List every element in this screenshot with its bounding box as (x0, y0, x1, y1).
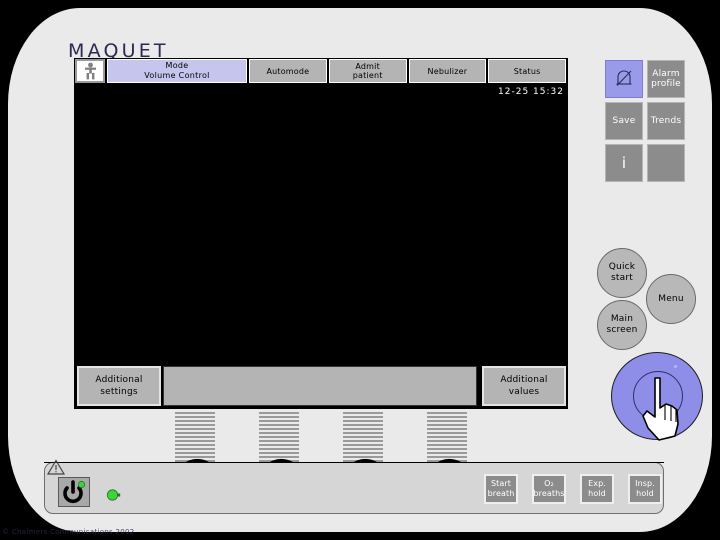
main-screen-button[interactable]: Main screen (597, 300, 647, 350)
display-screen: Mode Volume Control Automode Admit patie… (74, 58, 568, 409)
status-button[interactable]: Status (488, 59, 566, 83)
trends-button[interactable]: Trends (647, 102, 685, 140)
additional-values-label-2: values (508, 387, 540, 397)
nebulizer-button[interactable]: Nebulizer (408, 59, 487, 83)
green-led-indicator (106, 489, 121, 501)
mode-value: Volume Control (144, 71, 210, 80)
alarm-profile-button[interactable]: Alarm profile (647, 60, 685, 98)
quick-start-button[interactable]: Quick start (597, 248, 647, 298)
main-screen-label-2: screen (606, 325, 638, 335)
additional-values-button[interactable]: Additional values (482, 366, 566, 406)
admit-patient-label-2: patient (352, 71, 383, 80)
footer-credit: © Chalmers Communications 2002 (2, 528, 135, 536)
start-breath-label-1: Start (490, 479, 512, 488)
power-button[interactable] (58, 477, 90, 507)
spare-button[interactable] (647, 144, 685, 182)
alarm-silence-button[interactable] (605, 60, 643, 98)
main-screen-label-1: Main (610, 314, 634, 324)
start-breath-button[interactable]: Start breath (484, 474, 518, 504)
panel-divider-line (44, 462, 664, 463)
quick-start-label-1: Quick (608, 262, 636, 272)
o2-breaths-label-1: O₂ (544, 479, 554, 488)
save-button[interactable]: Save (605, 102, 643, 140)
main-dial-marker (674, 365, 677, 368)
clock-display: 12-25 15:32 (498, 87, 564, 97)
admit-patient-button[interactable]: Admit patient (328, 59, 407, 83)
mode-button[interactable]: Mode Volume Control (107, 59, 247, 83)
exp-hold-label-2: hold (588, 489, 606, 498)
screen-top-toolbar: Mode Volume Control Automode Admit patie… (74, 58, 568, 84)
o2-breaths-label-2: breaths (533, 489, 565, 498)
additional-settings-label-2: settings (100, 387, 138, 397)
screen-bottom-toolbar: Additional settings Additional values (74, 363, 568, 409)
trends-label: Trends (650, 116, 682, 126)
save-label: Save (612, 116, 636, 126)
warning-triangle-icon (47, 459, 65, 475)
insp-hold-label-1: Insp. (635, 479, 655, 488)
alarm-profile-label-2: profile (651, 79, 681, 89)
alarm-profile-label-1: Alarm (652, 69, 680, 79)
patient-icon (84, 62, 96, 80)
ventilator-device: MAQUET Mode Volume Control Automode Admi… (0, 0, 720, 540)
menu-label: Menu (658, 293, 684, 304)
main-dial-inner-ring (633, 371, 683, 421)
insp-hold-label-2: hold (636, 489, 654, 498)
menu-button[interactable]: Menu (646, 274, 696, 324)
additional-settings-label-1: Additional (95, 375, 143, 385)
nebulizer-label: Nebulizer (427, 66, 468, 76)
o2-breaths-button[interactable]: O₂ breaths (532, 474, 566, 504)
value-strip (163, 366, 477, 406)
automode-button[interactable]: Automode (249, 59, 327, 83)
start-breath-label-2: breath (487, 489, 515, 498)
admit-patient-label-1: Admit (355, 62, 380, 71)
automode-label: Automode (266, 66, 310, 76)
exp-hold-label-1: Exp. (588, 479, 606, 488)
info-button[interactable]: i (605, 144, 643, 182)
mode-label: Mode (165, 61, 189, 70)
main-rotary-dial[interactable] (611, 352, 703, 440)
status-label: Status (513, 66, 541, 76)
bell-slash-icon (616, 70, 632, 86)
info-label: i (621, 154, 627, 172)
patient-icon-button[interactable] (75, 59, 105, 83)
additional-values-label-1: Additional (500, 375, 548, 385)
power-icon (63, 480, 86, 504)
additional-settings-button[interactable]: Additional settings (77, 366, 161, 406)
insp-hold-button[interactable]: Insp. hold (628, 474, 662, 504)
quick-start-label-2: start (611, 273, 633, 283)
exp-hold-button[interactable]: Exp. hold (580, 474, 614, 504)
lower-control-panel (44, 462, 664, 514)
